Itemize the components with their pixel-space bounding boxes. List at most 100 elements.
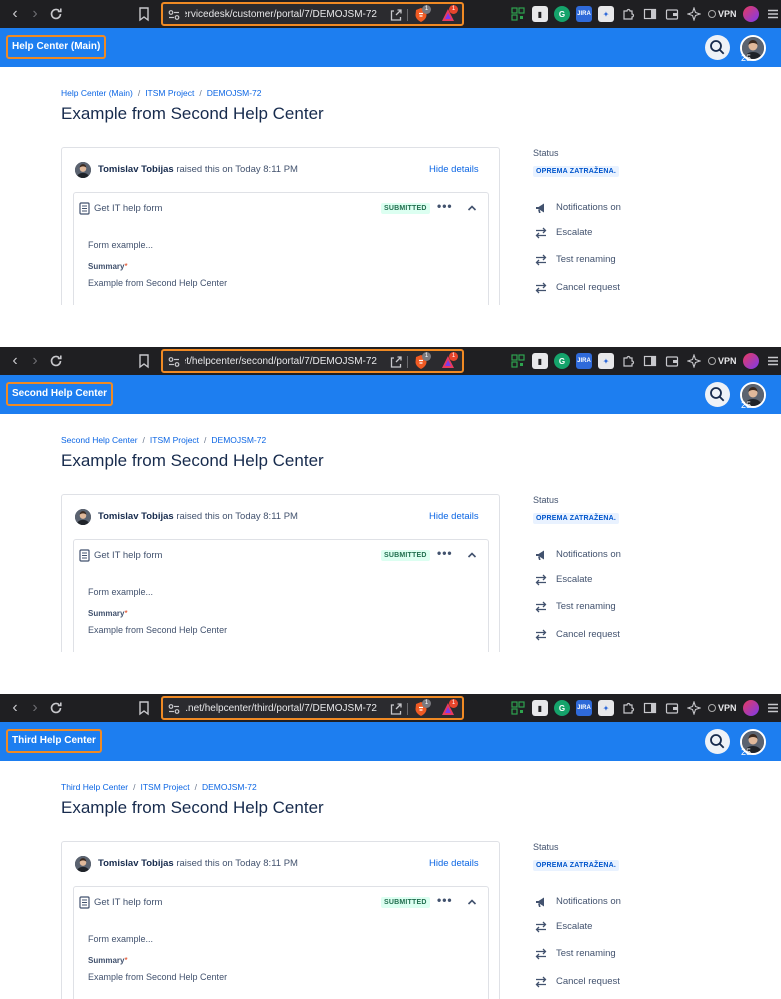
url-text[interactable]: et/helpcenter/second/portal/7/DEMOJSM-72 xyxy=(185,355,377,369)
help-center-title[interactable]: Help Center (Main) xyxy=(6,35,107,59)
reload-icon[interactable] xyxy=(47,699,65,717)
vpn-button[interactable]: VPN xyxy=(708,353,737,369)
brave-rewards-icon[interactable]: 1 xyxy=(440,352,458,370)
hide-details-link[interactable]: Hide details xyxy=(429,511,479,523)
breadcrumb-project[interactable]: ITSM Project xyxy=(150,435,199,445)
back-icon[interactable]: ‹ xyxy=(6,5,24,23)
jira-extension-icon[interactable]: JIRA xyxy=(576,6,592,22)
translate-extension-icon[interactable]: ✦ xyxy=(598,6,614,22)
search-button[interactable] xyxy=(705,729,730,754)
address-bar[interactable]: 1.net/helpcenter/third/portal/7/DEMOJSM-… xyxy=(161,696,464,720)
site-settings-icon[interactable] xyxy=(167,355,181,369)
menu-icon[interactable] xyxy=(765,6,781,22)
breadcrumb-project[interactable]: ITSM Project xyxy=(140,782,189,792)
vpn-button[interactable]: VPN xyxy=(708,6,737,22)
breadcrumb-issue[interactable]: DEMOJSM-72 xyxy=(207,88,262,98)
menu-icon[interactable] xyxy=(765,700,781,716)
test-renaming-action[interactable]: Test renaming xyxy=(533,946,616,962)
bitwarden-icon[interactable]: ▮ xyxy=(532,700,548,716)
escalate-action[interactable]: Escalate xyxy=(533,572,592,588)
qr-code-icon[interactable] xyxy=(510,353,526,369)
puzzle-icon[interactable] xyxy=(620,6,636,22)
grammarly-icon[interactable]: G xyxy=(554,353,570,369)
bookmark-icon[interactable] xyxy=(137,700,151,716)
escalate-action[interactable]: Escalate xyxy=(533,919,592,935)
more-actions-button[interactable]: ••• xyxy=(437,894,455,908)
more-actions-button[interactable]: ••• xyxy=(437,547,455,561)
notifications-toggle[interactable]: Notifications on xyxy=(533,547,621,563)
forward-icon[interactable]: › xyxy=(26,352,44,370)
breadcrumb-help-center[interactable]: Second Help Center xyxy=(61,435,138,445)
chevron-up-icon[interactable] xyxy=(465,548,479,562)
translate-extension-icon[interactable]: ✦ xyxy=(598,353,614,369)
chevron-up-icon[interactable] xyxy=(465,895,479,909)
brave-rewards-icon[interactable]: 1 xyxy=(440,5,458,23)
more-actions-button[interactable]: ••• xyxy=(437,200,455,214)
grammarly-icon[interactable]: G xyxy=(554,6,570,22)
site-settings-icon[interactable] xyxy=(167,8,181,22)
cancel-request-action[interactable]: Cancel request xyxy=(533,974,620,990)
notifications-toggle[interactable]: Notifications on xyxy=(533,200,621,216)
bitwarden-icon[interactable]: ▮ xyxy=(532,6,548,22)
breadcrumb-help-center[interactable]: Help Center (Main) xyxy=(61,88,133,98)
sidebar-icon[interactable] xyxy=(642,700,658,716)
help-center-title[interactable]: Second Help Center xyxy=(6,382,114,406)
cancel-request-action[interactable]: Cancel request xyxy=(533,627,620,643)
grammarly-icon[interactable]: G xyxy=(554,700,570,716)
share-icon[interactable] xyxy=(389,8,403,22)
search-button[interactable] xyxy=(705,382,730,407)
cancel-request-action[interactable]: Cancel request xyxy=(533,280,620,296)
translate-extension-icon[interactable]: ✦ xyxy=(598,700,614,716)
test-renaming-action[interactable]: Test renaming xyxy=(533,599,616,615)
breadcrumb-help-center[interactable]: Third Help Center xyxy=(61,782,128,792)
brave-shield-icon[interactable]: 1 xyxy=(413,5,431,23)
brave-rewards-icon[interactable]: 1 xyxy=(440,699,458,717)
forward-icon[interactable]: › xyxy=(26,5,44,23)
puzzle-icon[interactable] xyxy=(620,353,636,369)
jira-extension-icon[interactable]: JIRA xyxy=(576,353,592,369)
bitwarden-icon[interactable]: ▮ xyxy=(532,353,548,369)
share-icon[interactable] xyxy=(389,355,403,369)
test-renaming-action[interactable]: Test renaming xyxy=(533,252,616,268)
chevron-up-icon[interactable] xyxy=(465,201,479,215)
escalate-action[interactable]: Escalate xyxy=(533,225,592,241)
puzzle-icon[interactable] xyxy=(620,700,636,716)
brave-shield-icon[interactable]: 1 xyxy=(413,352,431,370)
url-text[interactable]: servicedesk/customer/portal/7/DEMOJSM-72 xyxy=(185,8,377,22)
profile-icon[interactable] xyxy=(742,6,759,22)
address-bar[interactable]: servicedesk/customer/portal/7/DEMOJSM-72… xyxy=(161,2,464,26)
leo-ai-icon[interactable] xyxy=(686,6,702,22)
qr-code-icon[interactable] xyxy=(510,700,526,716)
sidebar-icon[interactable] xyxy=(642,6,658,22)
brave-shield-icon[interactable]: 1 xyxy=(413,699,431,717)
help-center-title[interactable]: Third Help Center xyxy=(6,729,102,753)
hide-details-link[interactable]: Hide details xyxy=(429,858,479,870)
site-settings-icon[interactable] xyxy=(167,702,181,716)
vpn-button[interactable]: VPN xyxy=(708,700,737,716)
leo-ai-icon[interactable] xyxy=(686,353,702,369)
bookmark-icon[interactable] xyxy=(137,6,151,22)
search-button[interactable] xyxy=(705,35,730,60)
wallet-icon[interactable] xyxy=(664,700,680,716)
hide-details-link[interactable]: Hide details xyxy=(429,164,479,176)
profile-icon[interactable] xyxy=(742,700,759,716)
breadcrumb-issue[interactable]: DEMOJSM-72 xyxy=(211,435,266,445)
back-icon[interactable]: ‹ xyxy=(6,699,24,717)
leo-ai-icon[interactable] xyxy=(686,700,702,716)
forward-icon[interactable]: › xyxy=(26,699,44,717)
address-bar[interactable]: et/helpcenter/second/portal/7/DEMOJSM-72… xyxy=(161,349,464,373)
back-icon[interactable]: ‹ xyxy=(6,352,24,370)
wallet-icon[interactable] xyxy=(664,6,680,22)
menu-icon[interactable] xyxy=(765,353,781,369)
breadcrumb-project[interactable]: ITSM Project xyxy=(145,88,194,98)
sidebar-icon[interactable] xyxy=(642,353,658,369)
jira-extension-icon[interactable]: JIRA xyxy=(576,700,592,716)
qr-code-icon[interactable] xyxy=(510,6,526,22)
share-icon[interactable] xyxy=(389,702,403,716)
bookmark-icon[interactable] xyxy=(137,353,151,369)
reload-icon[interactable] xyxy=(47,352,65,370)
reload-icon[interactable] xyxy=(47,5,65,23)
url-text[interactable]: 1.net/helpcenter/third/portal/7/DEMOJSM-… xyxy=(185,702,377,716)
profile-icon[interactable] xyxy=(742,353,759,369)
notifications-toggle[interactable]: Notifications on xyxy=(533,894,621,910)
